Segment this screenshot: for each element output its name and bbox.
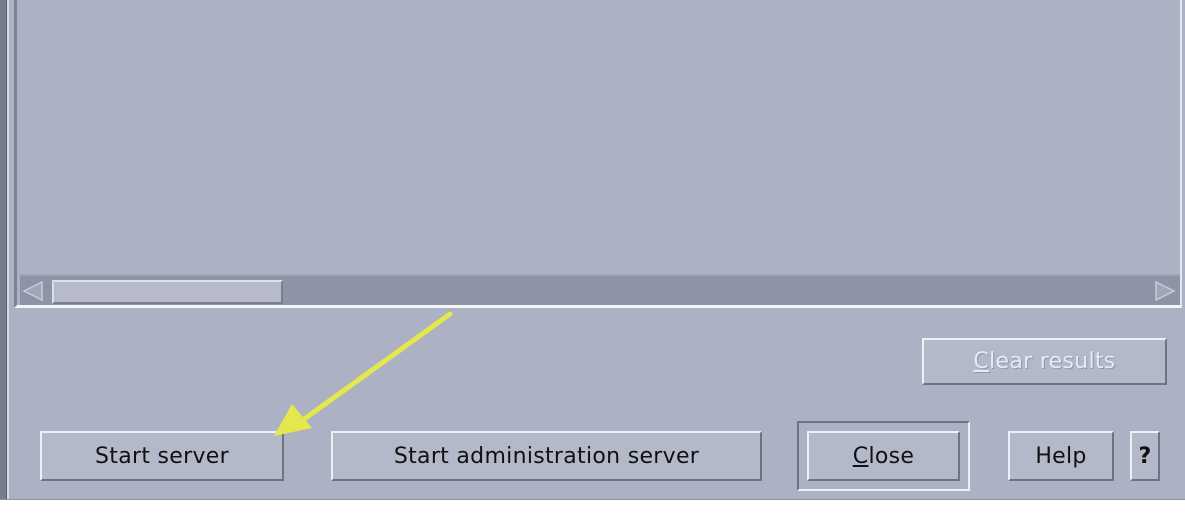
scrollbar-thumb[interactable] bbox=[52, 280, 283, 304]
results-area[interactable] bbox=[14, 0, 1182, 308]
close-label: Close bbox=[852, 443, 915, 469]
start-server-button[interactable]: Start server bbox=[40, 431, 284, 481]
window-bottom-edge bbox=[0, 499, 1185, 516]
context-help-icon: ? bbox=[1138, 443, 1152, 469]
scroll-left-icon[interactable] bbox=[22, 280, 44, 302]
horizontal-scrollbar[interactable] bbox=[20, 274, 1180, 305]
start-server-label: Start server bbox=[95, 443, 229, 469]
server-dialog: Clear results Start server Start adminis… bbox=[0, 0, 1185, 516]
window-left-border bbox=[0, 0, 7, 515]
window-left-highlight bbox=[7, 0, 9, 500]
help-button[interactable]: Help bbox=[1008, 431, 1114, 481]
scroll-right-icon[interactable] bbox=[1154, 280, 1176, 302]
clear-results-button[interactable]: Clear results bbox=[922, 338, 1167, 385]
clear-results-label: Clear results bbox=[973, 349, 1116, 374]
context-help-button[interactable]: ? bbox=[1130, 431, 1160, 481]
annotation-arrow-icon bbox=[274, 311, 453, 436]
help-label: Help bbox=[1035, 443, 1087, 469]
close-button[interactable]: Close bbox=[807, 431, 960, 481]
